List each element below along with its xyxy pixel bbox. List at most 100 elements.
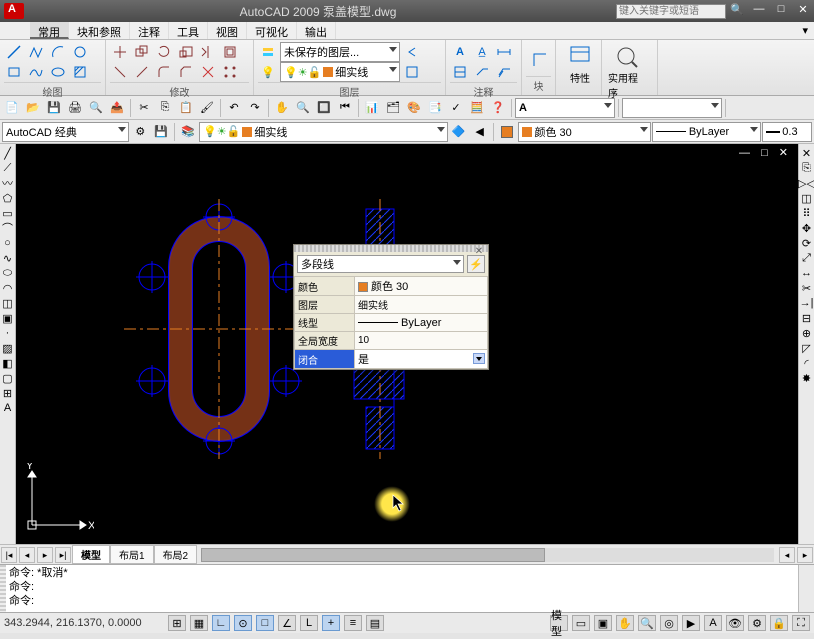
ws-switch-icon[interactable]: ⚙ <box>748 615 766 631</box>
pan-icon[interactable]: ✋ <box>272 98 292 118</box>
chamfer-icon[interactable] <box>176 62 196 82</box>
layer-combo[interactable]: 💡☀🔓 细实线 <box>280 62 400 82</box>
extend-icon[interactable] <box>132 62 152 82</box>
hscroll-thumb[interactable] <box>201 548 545 562</box>
zoom-st-icon[interactable]: 🔍 <box>638 615 656 631</box>
hscroll-left-icon[interactable]: ◂ <box>779 547 795 563</box>
rt-stretch-icon[interactable]: ↔ <box>800 266 814 280</box>
tab-last-icon[interactable]: ▸| <box>55 547 71 563</box>
zoom-rt-icon[interactable]: 🔍 <box>293 98 313 118</box>
palette-close-icon[interactable]: ✕ <box>473 246 485 258</box>
layeriso-icon[interactable]: 🔷 <box>449 122 469 142</box>
mleader-icon[interactable] <box>494 62 514 82</box>
color-combo[interactable]: 颜色 30 <box>518 122 651 142</box>
lt-hatch-icon[interactable]: ▨ <box>1 341 15 355</box>
copy-icon[interactable] <box>132 42 152 62</box>
ssm-icon[interactable]: 📑 <box>425 98 445 118</box>
ws-save-icon[interactable]: 💾 <box>151 122 171 142</box>
rt-fillet-icon[interactable]: ◜ <box>800 356 814 370</box>
circle-icon[interactable] <box>70 42 90 62</box>
open-icon[interactable]: 📂 <box>23 98 43 118</box>
dc-icon[interactable]: 🗂 <box>383 98 403 118</box>
layer-manager-icon[interactable] <box>258 42 278 62</box>
layer-iso-icon[interactable] <box>402 62 422 82</box>
hscroll[interactable] <box>201 548 774 562</box>
rt-copy-icon[interactable]: ⎘ <box>800 161 814 175</box>
layer-mgr2-icon[interactable]: 📚 <box>178 122 198 142</box>
zoom-win-icon[interactable]: 🔲 <box>314 98 334 118</box>
help-search-input[interactable] <box>616 4 726 19</box>
layer-prev-icon[interactable] <box>402 42 422 62</box>
scale-icon[interactable] <box>176 42 196 62</box>
redo-icon[interactable]: ↷ <box>245 98 265 118</box>
tab-output[interactable]: 输出 <box>297 22 336 39</box>
mark-icon[interactable]: ✓ <box>446 98 466 118</box>
rt-join-icon[interactable]: ⊕ <box>800 326 814 340</box>
explode-icon[interactable] <box>198 62 218 82</box>
prop-lt-val[interactable]: ByLayer <box>355 314 488 332</box>
block-insert-icon[interactable] <box>526 42 552 76</box>
lt-earc-icon[interactable]: ◠ <box>1 281 15 295</box>
tab-block[interactable]: 块和参照 <box>69 22 130 39</box>
hatch-icon[interactable] <box>70 62 90 82</box>
search-icon[interactable]: 🔍 <box>727 3 747 19</box>
lt-circle-icon[interactable]: ○ <box>1 236 15 250</box>
rt-rotate-icon[interactable]: ⟳ <box>800 236 814 250</box>
layer-freeze-icon[interactable]: 💡 <box>258 62 278 82</box>
match-icon[interactable]: 🖌 <box>197 98 217 118</box>
rt-break-icon[interactable]: ⊟ <box>800 311 814 325</box>
lt-arc-icon[interactable]: ⌒ <box>1 221 15 235</box>
lt-xline-icon[interactable]: ⟋ <box>1 161 15 175</box>
lt-spline-icon[interactable]: ∿ <box>1 251 15 265</box>
print-icon[interactable]: 🖨 <box>65 98 85 118</box>
rotate-icon[interactable] <box>154 42 174 62</box>
tab-home[interactable]: 常用 <box>30 22 69 39</box>
rt-explode-icon[interactable]: ✸ <box>800 371 814 385</box>
text-icon[interactable]: A <box>450 42 470 62</box>
properties-palette[interactable]: ✕ 多段线 ⚡ 颜色颜色 30 图层细实线 线型ByLayer 全局宽度10 闭… <box>293 244 489 370</box>
array-icon[interactable] <box>220 62 240 82</box>
lineweight-combo[interactable]: 0.3 <box>762 122 812 142</box>
textstyle-combo[interactable]: A <box>515 98 615 118</box>
tab-visualize[interactable]: 可视化 <box>247 22 297 39</box>
modeltab-layout1[interactable]: 布局1 <box>110 545 154 564</box>
help-icon[interactable]: ❓ <box>488 98 508 118</box>
close-button[interactable]: ✕ <box>793 3 813 19</box>
command-line[interactable]: 命令: *取消* 命令: 命令: <box>6 565 798 612</box>
swheel-icon[interactable]: ◎ <box>660 615 678 631</box>
move-icon[interactable] <box>110 42 130 62</box>
ws-settings-icon[interactable]: ⚙ <box>130 122 150 142</box>
save-icon[interactable]: 💾 <box>44 98 64 118</box>
workspace-combo[interactable]: AutoCAD 经典 <box>2 122 129 142</box>
preview-icon[interactable]: 🔍 <box>86 98 106 118</box>
model-ps-toggle[interactable]: 模型 <box>550 615 568 631</box>
props-tb-icon[interactable]: 📊 <box>362 98 382 118</box>
cut-icon[interactable]: ✂ <box>134 98 154 118</box>
qp-toggle[interactable]: ▤ <box>366 615 384 631</box>
lt-text-icon[interactable]: A <box>1 401 15 415</box>
lt-block-icon[interactable]: ▣ <box>1 311 15 325</box>
layerprev-icon[interactable]: ◀ <box>470 122 490 142</box>
copy-clip-icon[interactable]: ⎘ <box>155 98 175 118</box>
new-icon[interactable]: 📄 <box>2 98 22 118</box>
ellipse-icon[interactable] <box>48 62 68 82</box>
dimstyle-combo[interactable] <box>622 98 722 118</box>
table-icon[interactable] <box>450 62 470 82</box>
offset-icon[interactable] <box>220 42 240 62</box>
lt-pline-icon[interactable]: 〰 <box>1 176 15 190</box>
layerstate-combo[interactable]: 未保存的图层... <box>280 42 400 62</box>
paste-icon[interactable]: 📋 <box>176 98 196 118</box>
rt-trim-icon[interactable]: ✂ <box>800 281 814 295</box>
pan-st-icon[interactable]: ✋ <box>616 615 634 631</box>
ducs-toggle[interactable]: L <box>300 615 318 631</box>
lt-table-icon[interactable]: ⊞ <box>1 386 15 400</box>
tab-prev-icon[interactable]: ◂ <box>19 547 35 563</box>
prop-layer-val[interactable]: 细实线 <box>355 296 488 314</box>
prop-close-val[interactable]: 是 <box>355 350 488 369</box>
minimize-button[interactable]: — <box>749 3 769 19</box>
lt-point-icon[interactable]: · <box>1 326 15 340</box>
cmd-vscroll[interactable] <box>798 565 814 612</box>
rt-mirror-icon[interactable]: ▷◁ <box>800 176 814 190</box>
mirror-icon[interactable] <box>198 42 218 62</box>
lt-poly-icon[interactable]: ⬠ <box>1 191 15 205</box>
